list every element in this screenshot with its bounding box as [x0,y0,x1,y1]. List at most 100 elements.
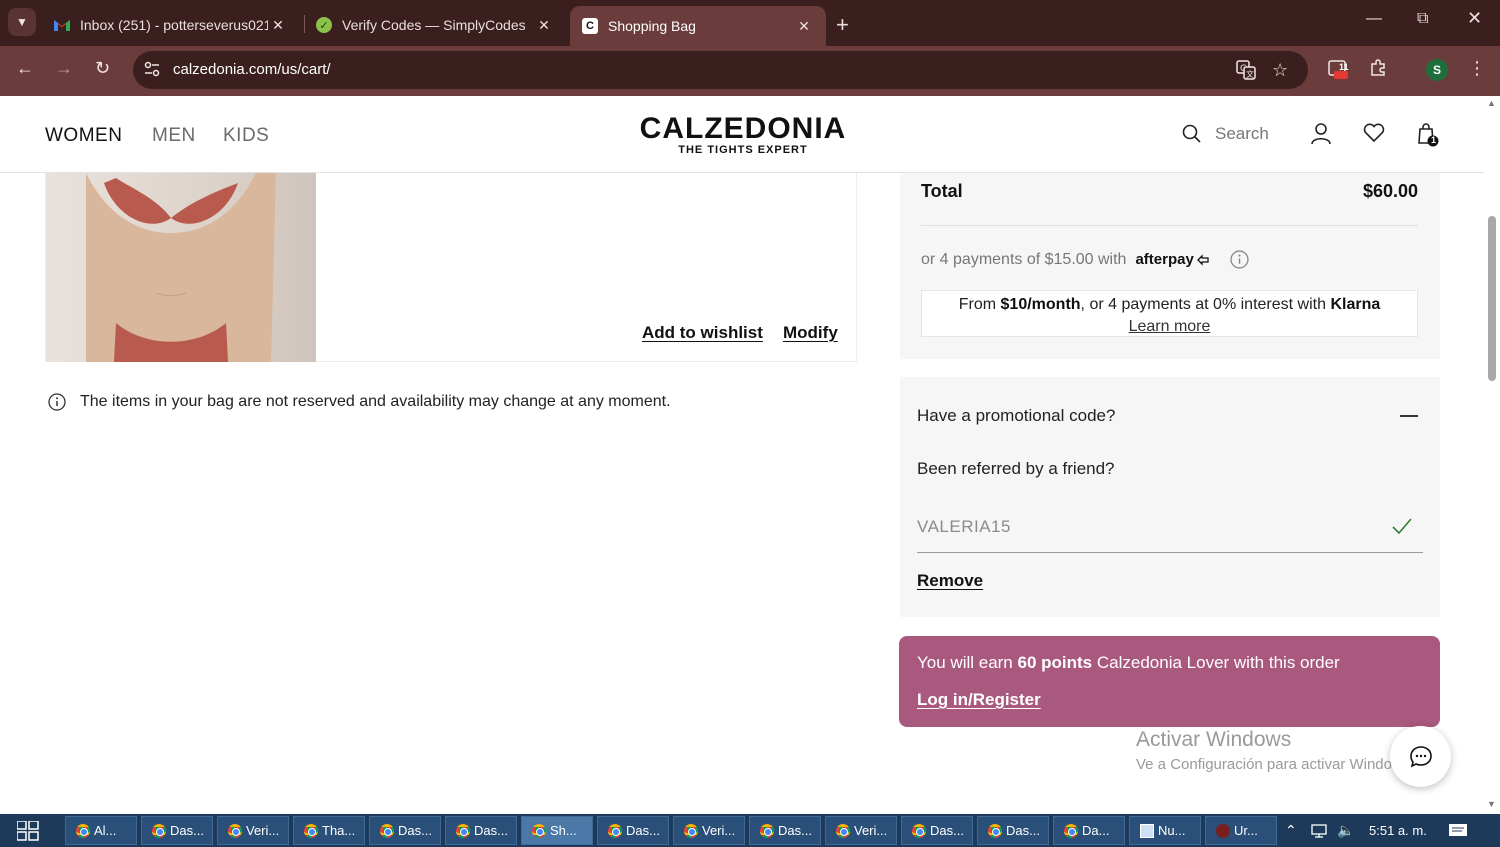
klarna-mid: , or 4 payments at 0% interest with [1080,296,1326,313]
tab-shopping-bag[interactable]: C Shopping Bag ✕ [570,6,826,46]
volume-icon[interactable]: 🔈 [1337,822,1354,839]
close-window-icon[interactable]: ✕ [1467,8,1482,29]
chat-button[interactable] [1390,726,1451,787]
tab-inbox[interactable]: Inbox (251) - potterseverus021 ✕ [42,6,300,44]
new-tab-button[interactable]: + [836,12,849,38]
availability-notice: The items in your bag are not reserved a… [48,393,671,411]
collapse-minus-icon[interactable] [1400,415,1418,417]
afterpay-text: or 4 payments of $15.00 with [921,250,1127,268]
taskbar-item[interactable]: Das... [597,816,669,845]
product-image[interactable] [46,173,316,362]
account-icon[interactable] [1311,123,1331,150]
scroll-up-icon[interactable]: ▲ [1487,98,1496,108]
taskbar-item[interactable]: Da... [1053,816,1125,845]
loyalty-text: You will earn 60 points Calzedonia Lover… [917,653,1340,673]
close-tab-icon[interactable]: ✕ [534,17,554,34]
close-tab-icon[interactable]: ✕ [268,17,288,34]
promo-question[interactable]: Have a promotional code? [917,406,1115,426]
nav-women[interactable]: WOMEN [45,125,122,147]
header-search[interactable]: Search [1182,124,1269,144]
logo-text: CALZEDONIA [639,112,847,145]
chrome-icon [304,823,318,838]
taskbar-item-label: Das... [398,823,432,838]
taskbar-item-label: Sh... [550,823,577,838]
address-bar[interactable]: calzedonia.com/us/cart/ G文 ☆ [133,51,1308,89]
scroll-down-icon[interactable]: ▼ [1487,799,1496,809]
notice-text: The items in your bag are not reserved a… [80,393,671,410]
add-to-wishlist-link[interactable]: Add to wishlist [642,323,763,343]
info-icon[interactable] [1230,250,1249,269]
translate-icon[interactable]: G文 [1236,60,1256,85]
total-value: $60.00 [1362,181,1418,201]
loyalty-banner: You will earn 60 points Calzedonia Lover… [899,636,1440,727]
profile-avatar[interactable]: S [1426,59,1448,81]
nav-men[interactable]: MEN [152,125,196,147]
remove-promo-button[interactable]: Remove [917,571,983,591]
reload-icon[interactable]: ↻ [95,58,110,79]
klarna-logo: Klarna [1330,296,1381,313]
total-row: Total $60.00 [921,181,1418,202]
tab-search-button[interactable]: ▼ [8,8,36,36]
site-logo[interactable]: CALZEDONIA THE TIGHTS EXPERT [634,112,852,156]
taskbar-item[interactable]: Veri... [673,816,745,845]
app-icon [1216,823,1230,838]
simplycodes-icon: ✓ [316,17,332,33]
svg-text:文: 文 [1246,69,1254,79]
chrome-icon [76,823,90,838]
taskbar-item[interactable]: Veri... [825,816,897,845]
promo-code-input[interactable]: VALERIA15 [917,505,1423,553]
chrome-icon [228,823,242,838]
search-icon [1182,124,1201,143]
network-icon[interactable] [1310,823,1330,839]
nav-kids[interactable]: KIDS [223,125,269,147]
forward-icon[interactable]: → [55,58,73,79]
site-info-icon[interactable] [143,60,163,80]
order-summary: Total $60.00 or 4 payments of $15.00 wit… [900,173,1440,359]
klarna-amount: $10/month [1000,296,1081,313]
chrome-icon [1064,823,1078,838]
taskbar-item[interactable]: Tha... [293,816,365,845]
taskbar-item[interactable]: Das... [369,816,441,845]
cart-count-badge: 1 [1430,135,1436,145]
wishlist-heart-icon[interactable] [1363,123,1385,148]
taskbar-item[interactable]: Das... [445,816,517,845]
close-tab-icon[interactable]: ✕ [794,18,814,35]
clock[interactable]: 5:51 a. m. [1369,823,1427,838]
shopping-bag-icon[interactable]: 1 [1417,123,1439,152]
browser-tabstrip: ▼ Inbox (251) - potterseverus021 ✕ ✓ Ver… [0,0,1500,46]
taskbar-item-label: Ur... [1234,823,1258,838]
chrome-icon [684,823,698,838]
taskbar-item[interactable]: Veri... [217,816,289,845]
bookmark-star-icon[interactable]: ☆ [1272,60,1288,81]
afterpay-info: or 4 payments of $15.00 with afterpay [921,250,1249,269]
taskbar-item[interactable]: Das... [977,816,1049,845]
browser-menu-icon[interactable]: ⋮ [1468,58,1486,79]
chrome-icon [456,823,470,838]
start-grid-icon[interactable] [17,821,39,841]
url-text: calzedonia.com/us/cart/ [173,61,331,78]
tray-chevron-icon[interactable]: ⌃ [1285,822,1297,839]
klarna-learn-more-link[interactable]: Learn more [1129,318,1211,335]
page-scrollbar[interactable]: ▲ ▼ [1484,96,1500,814]
taskbar-item-label: Tha... [322,823,356,838]
chrome-icon [988,823,1002,838]
login-register-link[interactable]: Log in/Register [917,690,1041,710]
taskbar-item[interactable]: Al... [65,816,137,845]
taskbar-item[interactable]: Ur... [1205,816,1277,845]
taskbar-item[interactable]: Nu... [1129,816,1201,845]
taskbar-item[interactable]: Das... [901,816,973,845]
taskbar-item-label: Das... [474,823,508,838]
tab-verify-codes[interactable]: ✓ Verify Codes — SimplyCodes ✕ [304,6,566,44]
taskbar-item[interactable]: Sh... [521,816,593,845]
scroll-thumb[interactable] [1488,216,1496,381]
restore-icon[interactable]: ⧉ [1417,10,1428,28]
minimize-icon[interactable]: — [1366,10,1382,28]
chrome-icon [760,823,774,838]
tab-title: Inbox (251) - potterseverus021 [80,17,268,33]
taskbar-item[interactable]: Das... [141,816,213,845]
back-icon[interactable]: ← [16,58,34,79]
notifications-icon[interactable] [1448,823,1468,839]
taskbar-item[interactable]: Das... [749,816,821,845]
extensions-puzzle-icon[interactable] [1369,59,1387,82]
modify-link[interactable]: Modify [783,323,838,343]
